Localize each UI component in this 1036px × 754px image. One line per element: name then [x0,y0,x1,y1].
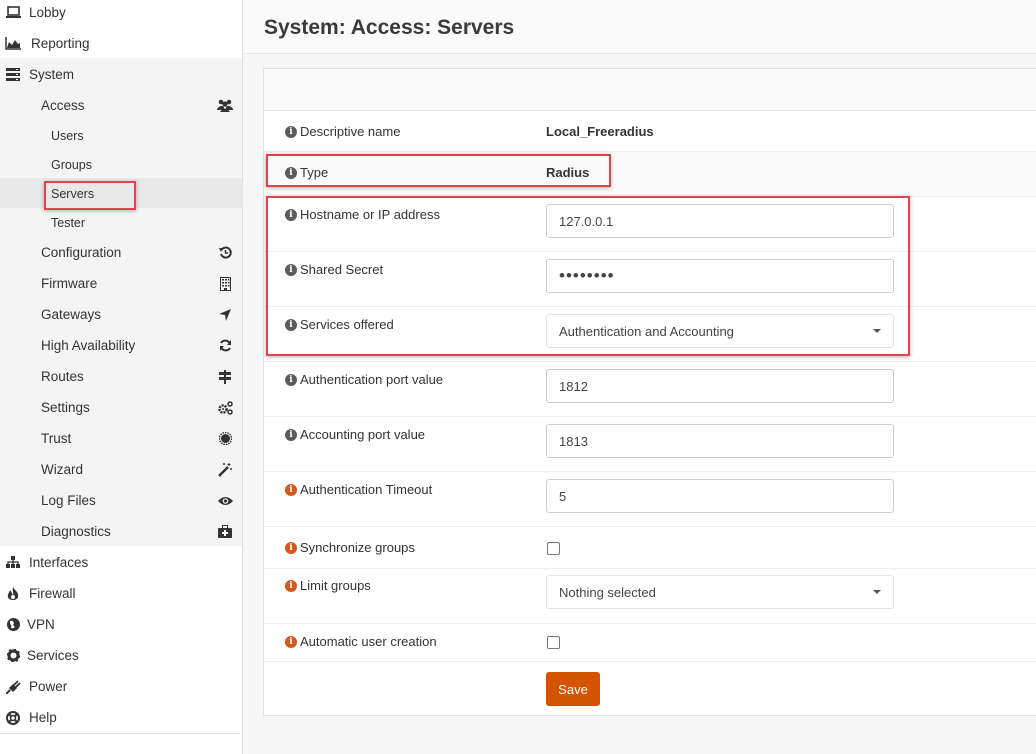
page-title: System: Access: Servers [264,16,515,39]
save-button[interactable]: Save [546,672,600,706]
sidebar-item-vpn[interactable]: VPN [0,609,242,640]
cogs-icon [217,400,233,416]
cog-icon [5,648,21,664]
auth-timeout-input[interactable]: 5 [546,479,894,513]
refresh-icon [217,338,233,354]
building-icon [217,276,233,292]
chevron-down-icon [873,590,881,594]
sidebar-item-services[interactable]: Services [0,640,242,671]
auto-user-creation-label: Automatic user creation [300,634,437,649]
acct-port-label: Accounting port value [300,427,426,442]
descriptive-name-value: Local_Freeradius [546,124,654,139]
sidebar-item-high-availability[interactable]: High Availability [0,330,242,361]
info-icon[interactable]: i [285,263,297,276]
sidebar-item-servers[interactable]: Servers [0,178,242,209]
auth-port-input[interactable]: 1812 [546,369,894,403]
sidebar-item-routes[interactable]: Routes [0,361,242,392]
info-icon[interactable]: i [285,428,297,441]
info-icon[interactable]: i [285,166,297,179]
globe-icon [5,617,21,633]
sidebar-item-wizard[interactable]: Wizard [0,454,242,485]
sync-groups-label: Synchronize groups [300,540,415,555]
magic-icon [217,462,233,478]
sidebar-item-interfaces[interactable]: Interfaces [0,547,242,578]
sync-groups-checkbox[interactable] [547,542,560,555]
plug-icon [5,679,21,695]
acct-port-input[interactable]: 1813 [546,424,894,458]
eye-icon [217,493,233,509]
services-offered-select[interactable]: Authentication and Accounting [546,314,894,348]
sidebar-item-reporting[interactable]: Reporting [0,28,242,59]
row-hostname: i Hostname or IP address 127.0.0.1 [264,197,1036,252]
row-type: i Type Radius [264,152,1036,197]
fire-icon [5,586,21,602]
history-icon [217,245,233,261]
row-auto-user-creation: i Automatic user creation [264,624,1036,662]
descriptive-name-label: Descriptive name [300,124,401,139]
sidebar-item-system[interactable]: System [0,59,242,90]
shared-secret-input[interactable]: •••••••• [546,259,894,293]
sidebar-item-power[interactable]: Power [0,671,242,702]
limit-groups-select[interactable]: Nothing selected [546,575,894,609]
life-ring-icon [5,710,21,726]
row-acct-port: i Accounting port value 1813 [264,417,1036,472]
server-icon [5,67,21,83]
sidebar-item-diagnostics[interactable]: Diagnostics [0,516,242,547]
map-signs-icon [217,369,233,385]
limit-groups-value: Nothing selected [559,584,656,600]
info-icon[interactable]: i [285,318,297,331]
row-descriptive-name: i Descriptive name Local_Freeradius [264,111,1036,152]
medkit-icon [217,524,233,540]
shared-secret-label: Shared Secret [300,262,384,277]
row-auth-port: i Authentication port value 1812 [264,362,1036,417]
sidebar-item-settings[interactable]: Settings [0,392,242,423]
users-icon [217,98,233,114]
services-offered-value: Authentication and Accounting [559,323,734,339]
hostname-label: Hostname or IP address [300,207,440,222]
services-offered-label: Services offered [300,317,394,332]
area-chart-icon [5,36,21,52]
sidebar-item-access[interactable]: Access [0,90,242,121]
sidebar-item-trust[interactable]: Trust [0,423,242,454]
row-auth-timeout: i Authentication Timeout 5 [264,472,1036,527]
sidebar-item-configuration[interactable]: Configuration [0,237,242,268]
page-header: System: Access: Servers [243,0,1036,54]
server-form-panel: i Descriptive name Local_Freeradius i Ty… [263,68,1036,716]
info-icon[interactable]: i [285,125,297,138]
row-shared-secret: i Shared Secret •••••••• [264,252,1036,307]
auth-port-label: Authentication port value [300,372,444,387]
sidebar-item-gateways[interactable]: Gateways [0,299,242,330]
info-icon[interactable]: i [285,635,297,648]
sidebar: Lobby Reporting System Access Users Grou… [0,0,243,754]
auth-timeout-label: Authentication Timeout [300,482,433,497]
type-value: Radius [546,165,590,180]
chevron-down-icon [873,329,881,333]
hostname-input[interactable]: 127.0.0.1 [546,204,894,238]
row-limit-groups: i Limit groups Nothing selected [264,569,1036,624]
sidebar-item-help[interactable]: Help [0,702,242,733]
info-icon[interactable]: i [285,579,297,592]
auto-user-creation-checkbox[interactable] [547,636,560,649]
info-icon[interactable]: i [285,541,297,554]
row-sync-groups: i Synchronize groups [264,527,1036,569]
sidebar-item-users[interactable]: Users [0,120,242,151]
panel-header [264,69,1036,111]
sidebar-item-firmware[interactable]: Firmware [0,268,242,299]
info-icon[interactable]: i [285,373,297,386]
sitemap-icon [5,555,21,571]
sidebar-item-tester[interactable]: Tester [0,207,242,238]
type-label: Type [300,165,329,180]
sidebar-divider [0,733,240,734]
sidebar-item-firewall[interactable]: Firewall [0,578,242,609]
sidebar-item-lobby[interactable]: Lobby [0,0,242,28]
row-services-offered: i Services offered Authentication and Ac… [264,307,1036,362]
limit-groups-label: Limit groups [300,578,371,593]
sidebar-item-log-files[interactable]: Log Files [0,485,242,516]
laptop-icon [5,5,21,21]
info-icon[interactable]: i [285,483,297,496]
certificate-icon [217,431,233,447]
info-icon[interactable]: i [285,208,297,221]
location-arrow-icon [217,307,233,323]
sidebar-item-groups[interactable]: Groups [0,149,242,180]
